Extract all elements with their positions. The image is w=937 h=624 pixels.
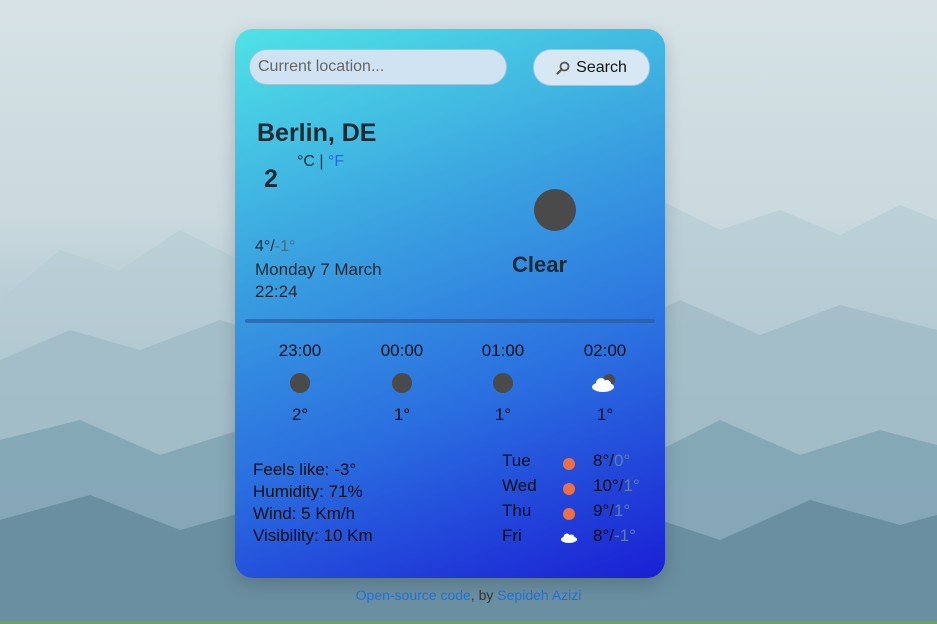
feels-like: Feels like: -3° (253, 460, 357, 479)
cloud-icon (561, 533, 577, 543)
unit-fahrenheit-link[interactable]: °F (328, 153, 344, 170)
sun-icon (563, 458, 575, 470)
unit-celsius[interactable]: °C (297, 153, 315, 170)
current-date: Monday 7 March (255, 260, 382, 279)
hi-temp: 4°/ (255, 238, 275, 255)
forecast-day: Wed (502, 476, 537, 495)
hourly-item: 01:00 1° (463, 341, 543, 425)
source-code-link[interactable]: Open-source code (356, 587, 471, 603)
forecast-day: Tue (502, 451, 531, 470)
hour-time: 02:00 (583, 341, 627, 360)
author-link[interactable]: Sepideh Azizi (497, 587, 581, 603)
hourly-item: 02:00 1° (565, 341, 645, 425)
forecast-row: Tue 8°/0° (502, 451, 652, 473)
city-name: Berlin, DE (257, 119, 377, 147)
forecast-day: Fri (502, 526, 522, 545)
sun-icon (563, 483, 575, 495)
forecast-temp: 9°/1° (593, 501, 631, 520)
wind: Wind: 5 Km/h (253, 504, 356, 523)
forecast-row: Wed 10°/1° (502, 476, 652, 498)
forecast-temp: 8°/0° (593, 451, 631, 470)
hour-time: 01:00 (481, 341, 525, 360)
current-time: 22:24 (255, 282, 298, 301)
forecast-temp: 10°/1° (593, 476, 640, 495)
forecast-temp: 8°/-1° (593, 526, 636, 545)
hourly-item: 00:00 1° (362, 341, 442, 425)
footer: Open-source code, by Sepideh Azizi (0, 587, 937, 603)
moon-icon (392, 373, 412, 393)
weather-card: Search Berlin, DE °C | °F 2 4°/-1° Monda… (235, 29, 665, 578)
humidity: Humidity: 71% (253, 482, 363, 501)
moon-icon (534, 189, 576, 231)
search-input[interactable] (249, 49, 507, 85)
hour-temp: 1° (494, 405, 512, 424)
hourly-item: 23:00 2° (260, 341, 340, 425)
moon-icon (290, 373, 310, 393)
magnifier-icon (556, 61, 570, 75)
hour-time: 23:00 (278, 341, 322, 360)
moon-icon (493, 373, 513, 393)
search-button-label: Search (576, 58, 627, 76)
cloud-night-icon (592, 374, 615, 392)
current-temperature: 2 (264, 165, 278, 193)
search-button[interactable]: Search (533, 49, 650, 86)
forecast-row: Fri 8°/-1° (502, 526, 652, 548)
footer-by: , by (470, 587, 498, 603)
divider (245, 319, 655, 323)
forecast-day: Thu (502, 501, 532, 520)
details-list: Feels like: -3° Humidity: 71% Wind: 5 Km… (253, 459, 373, 547)
sun-icon (563, 508, 575, 520)
hour-time: 00:00 (380, 341, 424, 360)
unit-toggle: °C | °F (297, 153, 344, 171)
hour-temp: 1° (393, 405, 411, 424)
lo-temp: -1° (274, 238, 296, 255)
weather-description: Clear (512, 252, 568, 277)
forecast-row: Thu 9°/1° (502, 501, 652, 523)
unit-separator: | (314, 153, 328, 170)
hour-temp: 1° (596, 405, 614, 424)
visibility: Visibility: 10 Km (253, 526, 373, 545)
hi-lo-temp: 4°/-1° (255, 238, 295, 256)
hour-temp: 2° (291, 405, 309, 424)
